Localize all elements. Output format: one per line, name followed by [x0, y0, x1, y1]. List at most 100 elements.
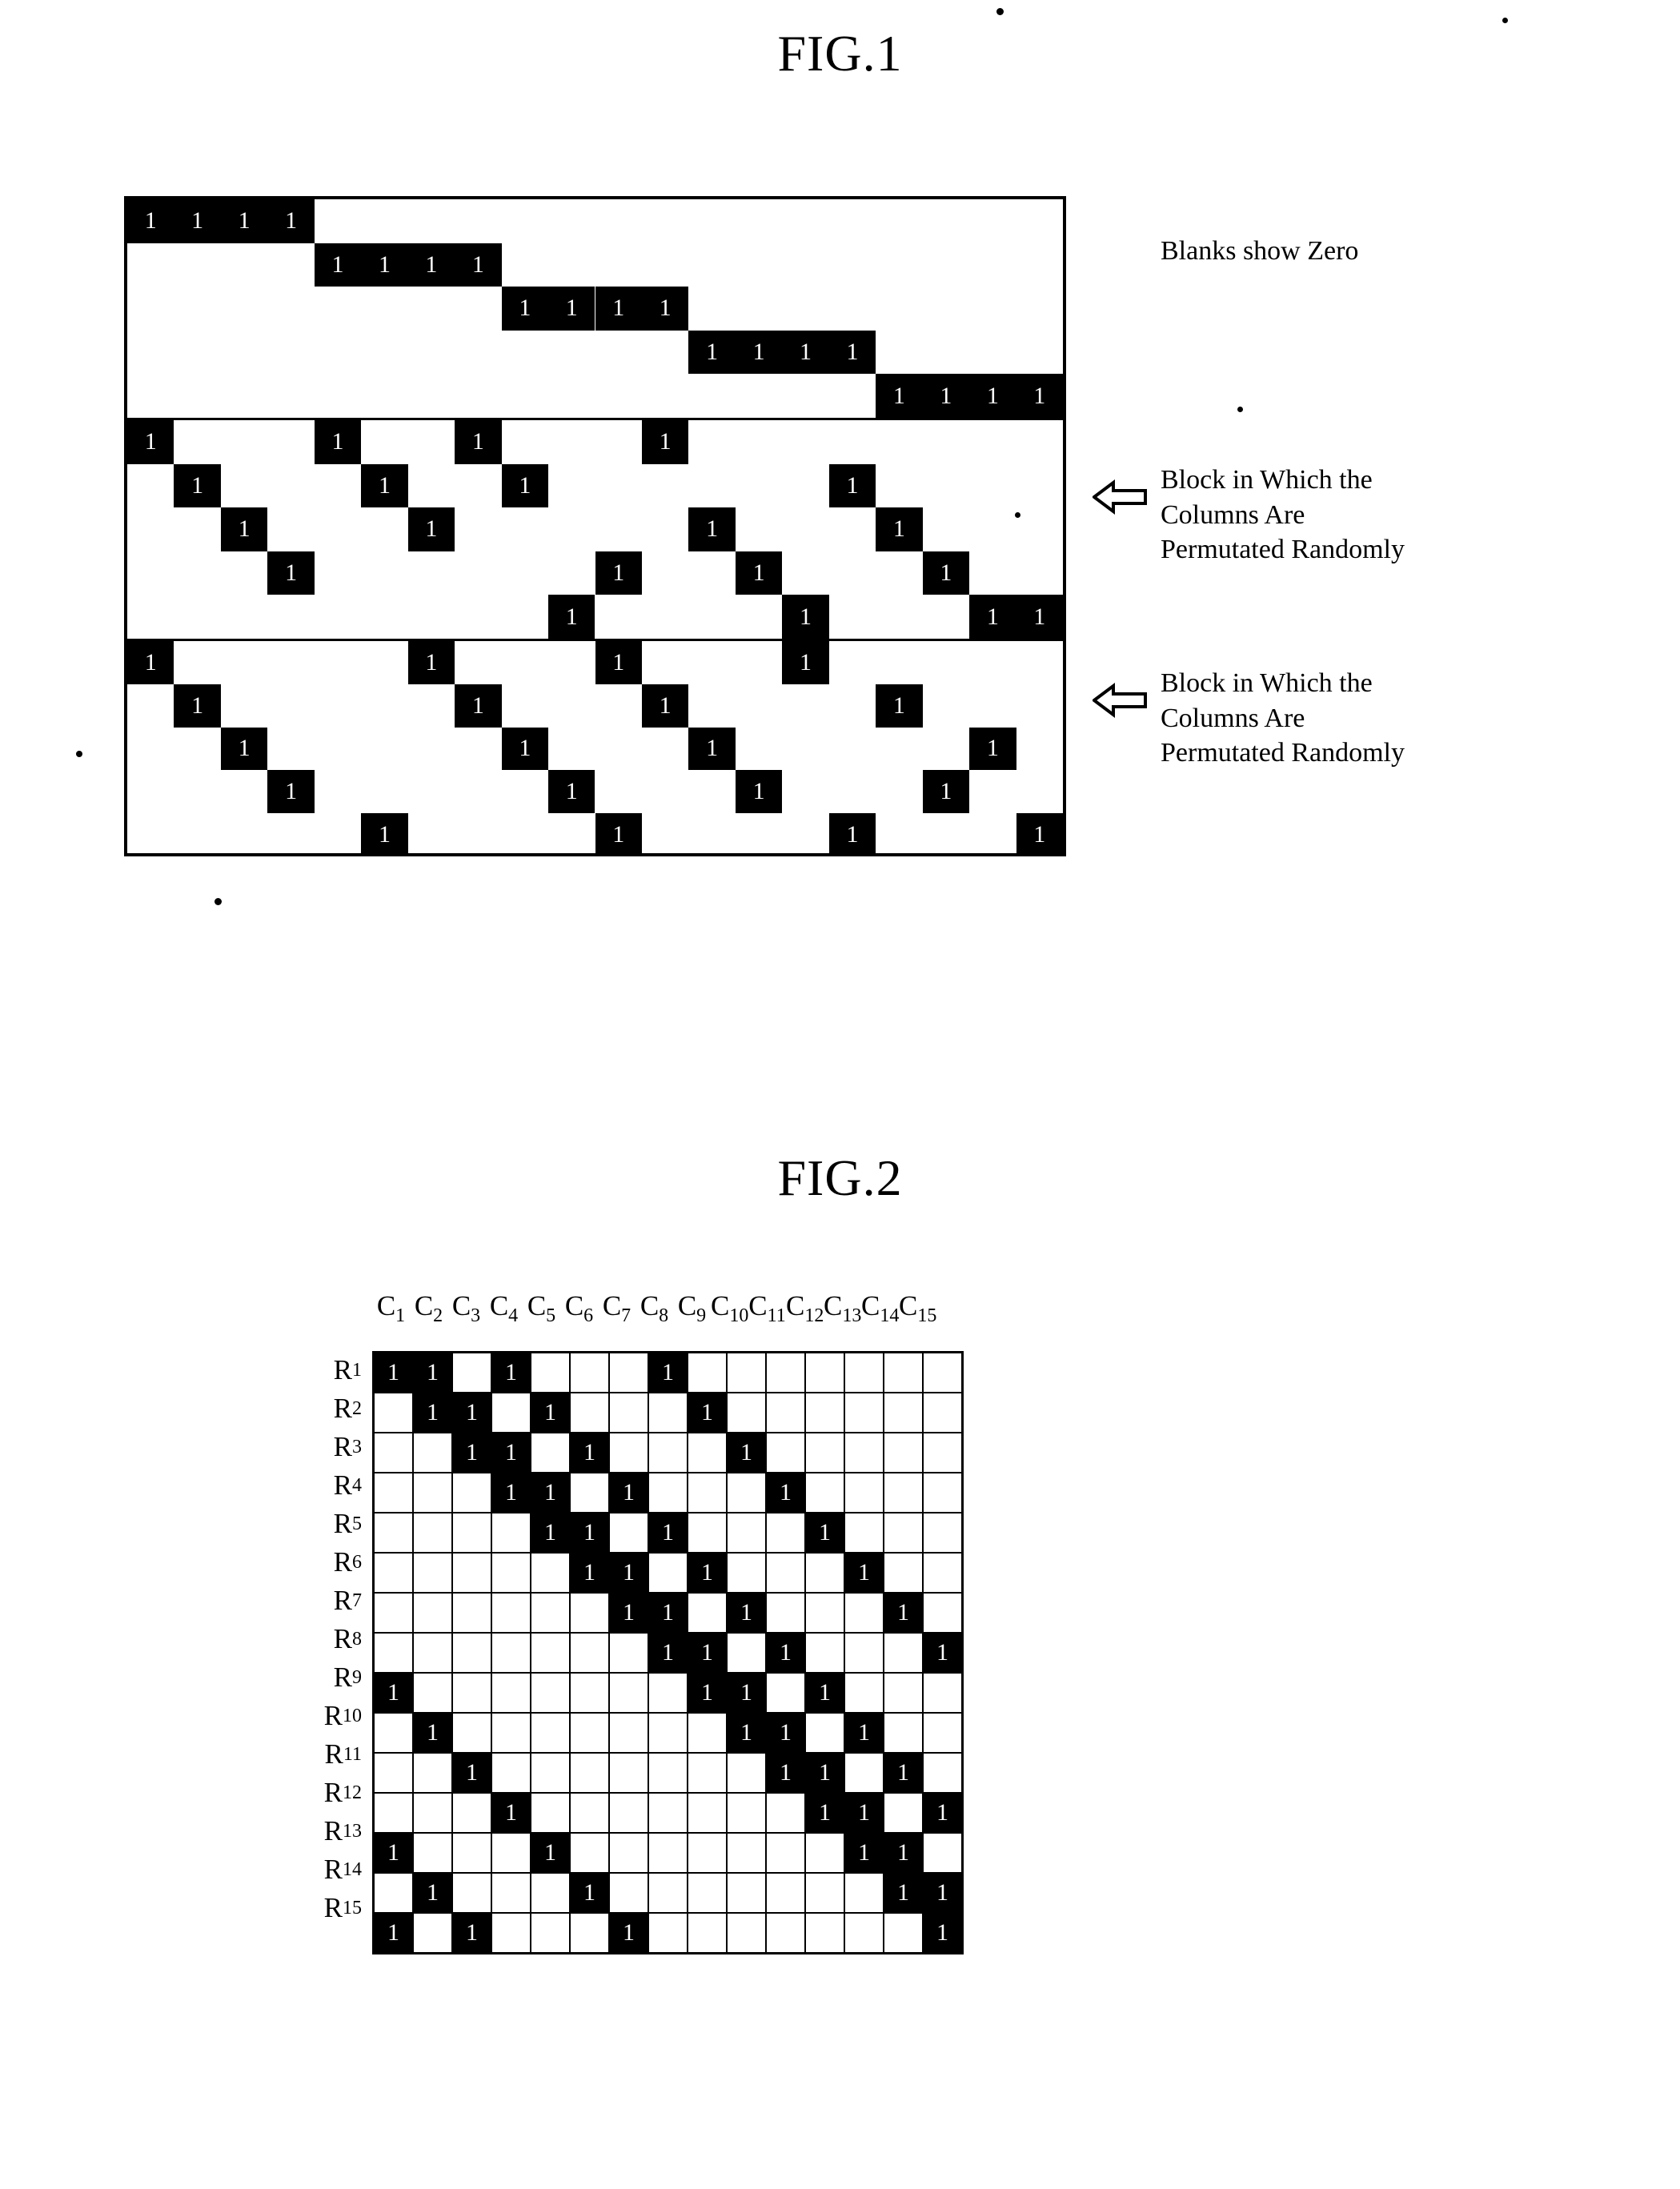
scan-speck — [1237, 407, 1243, 412]
fig2-matrix-cell — [451, 1472, 492, 1513]
fig2-matrix-cell: 1 — [804, 1752, 845, 1794]
fig1-title: FIG.1 — [777, 25, 903, 82]
fig2-matrix-cell — [844, 1872, 884, 1914]
fig2-matrix-cell: 1 — [883, 1832, 924, 1874]
fig2-matrix-cell — [922, 1552, 964, 1594]
fig1-one-cell: 1 — [876, 684, 923, 728]
fig2-column-header: C10 — [711, 1290, 749, 1326]
fig2-matrix-row: 1111 — [372, 1872, 964, 1914]
fig2-matrix-cell — [372, 1552, 414, 1594]
fig2-row-header: R 15 — [323, 1892, 362, 1923]
fig1-one-cell: 1 — [314, 243, 362, 287]
fig2-matrix-cell — [491, 1672, 531, 1714]
fig2-parity-check-matrix: 1111111111111111111111111111111111111111… — [372, 1351, 964, 1954]
fig2-matrix-cell — [451, 1512, 492, 1554]
fig2-matrix-cell — [804, 1632, 845, 1674]
fig2-matrix-cell — [726, 1912, 767, 1954]
fig2-matrix-cell — [569, 1472, 610, 1513]
fig1-matrix-diagram: 11111111111111111111 1111111111111111111… — [124, 196, 1066, 856]
fig1-one-cell: 1 — [782, 641, 829, 684]
scan-speck — [996, 8, 1004, 15]
fig2-matrix-cell — [687, 1432, 728, 1473]
fig2-matrix-cell — [451, 1712, 492, 1754]
fig2-matrix-cell — [451, 1592, 492, 1634]
fig2-matrix-cell — [372, 1472, 414, 1513]
fig2-matrix-cell — [491, 1832, 531, 1874]
fig1-one-cell: 1 — [782, 330, 829, 375]
fig2-matrix-cell: 1 — [451, 1432, 492, 1473]
fig2-matrix-cell: 1 — [372, 1912, 414, 1954]
fig2-matrix-cell — [530, 1552, 571, 1594]
fig2-matrix-cell — [804, 1872, 845, 1914]
fig2-matrix-cell — [648, 1672, 688, 1714]
fig2-matrix-cell — [844, 1472, 884, 1513]
fig2-matrix-cell: 1 — [687, 1392, 728, 1433]
scan-speck — [1502, 18, 1508, 23]
fig2-matrix-cell: 1 — [765, 1752, 806, 1794]
fig1-one-cell: 1 — [828, 813, 876, 856]
fig2-matrix-cell — [530, 1792, 571, 1834]
fig2-matrix-cell: 1 — [608, 1552, 649, 1594]
fig2-matrix-cell — [922, 1432, 964, 1473]
fig2-matrix-cell: 1 — [922, 1632, 964, 1674]
fig2-title: FIG.2 — [777, 1149, 903, 1206]
fig2-matrix-cell — [804, 1351, 845, 1393]
arrow-left-icon-bottom-block — [1093, 683, 1147, 718]
fig2-column-header: C7 — [602, 1290, 632, 1326]
fig1-one-cell: 1 — [267, 199, 315, 243]
fig1-one-cell: 1 — [922, 551, 970, 595]
fig2-matrix-cell — [648, 1712, 688, 1754]
fig2-matrix-cell — [804, 1552, 845, 1594]
fig1-block-rows: 11111111111111111111 — [127, 199, 1063, 418]
fig2-matrix-cell — [765, 1792, 806, 1834]
fig2-matrix-cell — [687, 1512, 728, 1554]
scan-speck — [76, 751, 82, 757]
fig1-one-cell: 1 — [1016, 595, 1063, 639]
fig2-matrix-cell: 1 — [687, 1632, 728, 1674]
fig2-row-header: R5 — [333, 1508, 362, 1539]
fig2-matrix-cell — [726, 1392, 767, 1433]
fig2-matrix-cell — [608, 1752, 649, 1794]
fig2-matrix-cell — [530, 1752, 571, 1794]
fig2-matrix-cell — [569, 1632, 610, 1674]
note-permuted-block-1: Block in Which the Columns Are Permutate… — [1161, 465, 1405, 565]
fig2-matrix-cell — [491, 1712, 531, 1754]
fig2-matrix-cell: 1 — [530, 1392, 571, 1433]
fig2-matrix-cell — [491, 1392, 531, 1433]
fig2-matrix-cell — [569, 1672, 610, 1714]
fig2-column-header: C11 — [748, 1290, 786, 1326]
fig2-matrix-cell — [491, 1752, 531, 1794]
fig2-matrix-cell — [687, 1872, 728, 1914]
fig2-matrix-cell — [412, 1912, 453, 1954]
fig2-matrix-cell — [844, 1512, 884, 1554]
fig2-row-header: R 12 — [323, 1777, 362, 1808]
fig2-row-header: R9 — [333, 1662, 362, 1693]
fig1-one-cell: 1 — [595, 813, 642, 856]
fig2-matrix-cell — [608, 1712, 649, 1754]
fig1-one-cell: 1 — [922, 374, 970, 418]
fig2-matrix-cell: 1 — [412, 1712, 453, 1754]
fig2-matrix-cell — [569, 1592, 610, 1634]
fig2-matrix-cell: 1 — [726, 1712, 767, 1754]
fig2-matrix-cell — [608, 1832, 649, 1874]
fig2-matrix-cell: 1 — [412, 1872, 453, 1914]
fig2-matrix-cell — [648, 1472, 688, 1513]
fig2-matrix-cell — [726, 1792, 767, 1834]
fig2-matrix-cell — [922, 1592, 964, 1634]
fig2-matrix-cell — [844, 1592, 884, 1634]
fig1-block-rows: 11111111111111111111 — [127, 420, 1063, 639]
fig2-matrix-cell: 1 — [765, 1472, 806, 1513]
fig2-matrix-cell — [804, 1592, 845, 1634]
fig2-matrix-row: 1111 — [372, 1792, 964, 1834]
fig2-matrix-cell: 1 — [608, 1912, 649, 1954]
fig2-matrix-row: 1111 — [372, 1472, 964, 1513]
fig2-row-header: R4 — [333, 1469, 362, 1501]
fig2-matrix-cell — [726, 1752, 767, 1794]
fig1-one-cell: 1 — [641, 420, 689, 464]
fig1-one-cell: 1 — [455, 684, 502, 728]
fig2-matrix-cell — [648, 1552, 688, 1594]
fig2-matrix-cell: 1 — [491, 1432, 531, 1473]
fig2-matrix-cell — [372, 1632, 414, 1674]
fig1-one-cell: 1 — [314, 420, 362, 464]
fig2-matrix-cell — [530, 1912, 571, 1954]
